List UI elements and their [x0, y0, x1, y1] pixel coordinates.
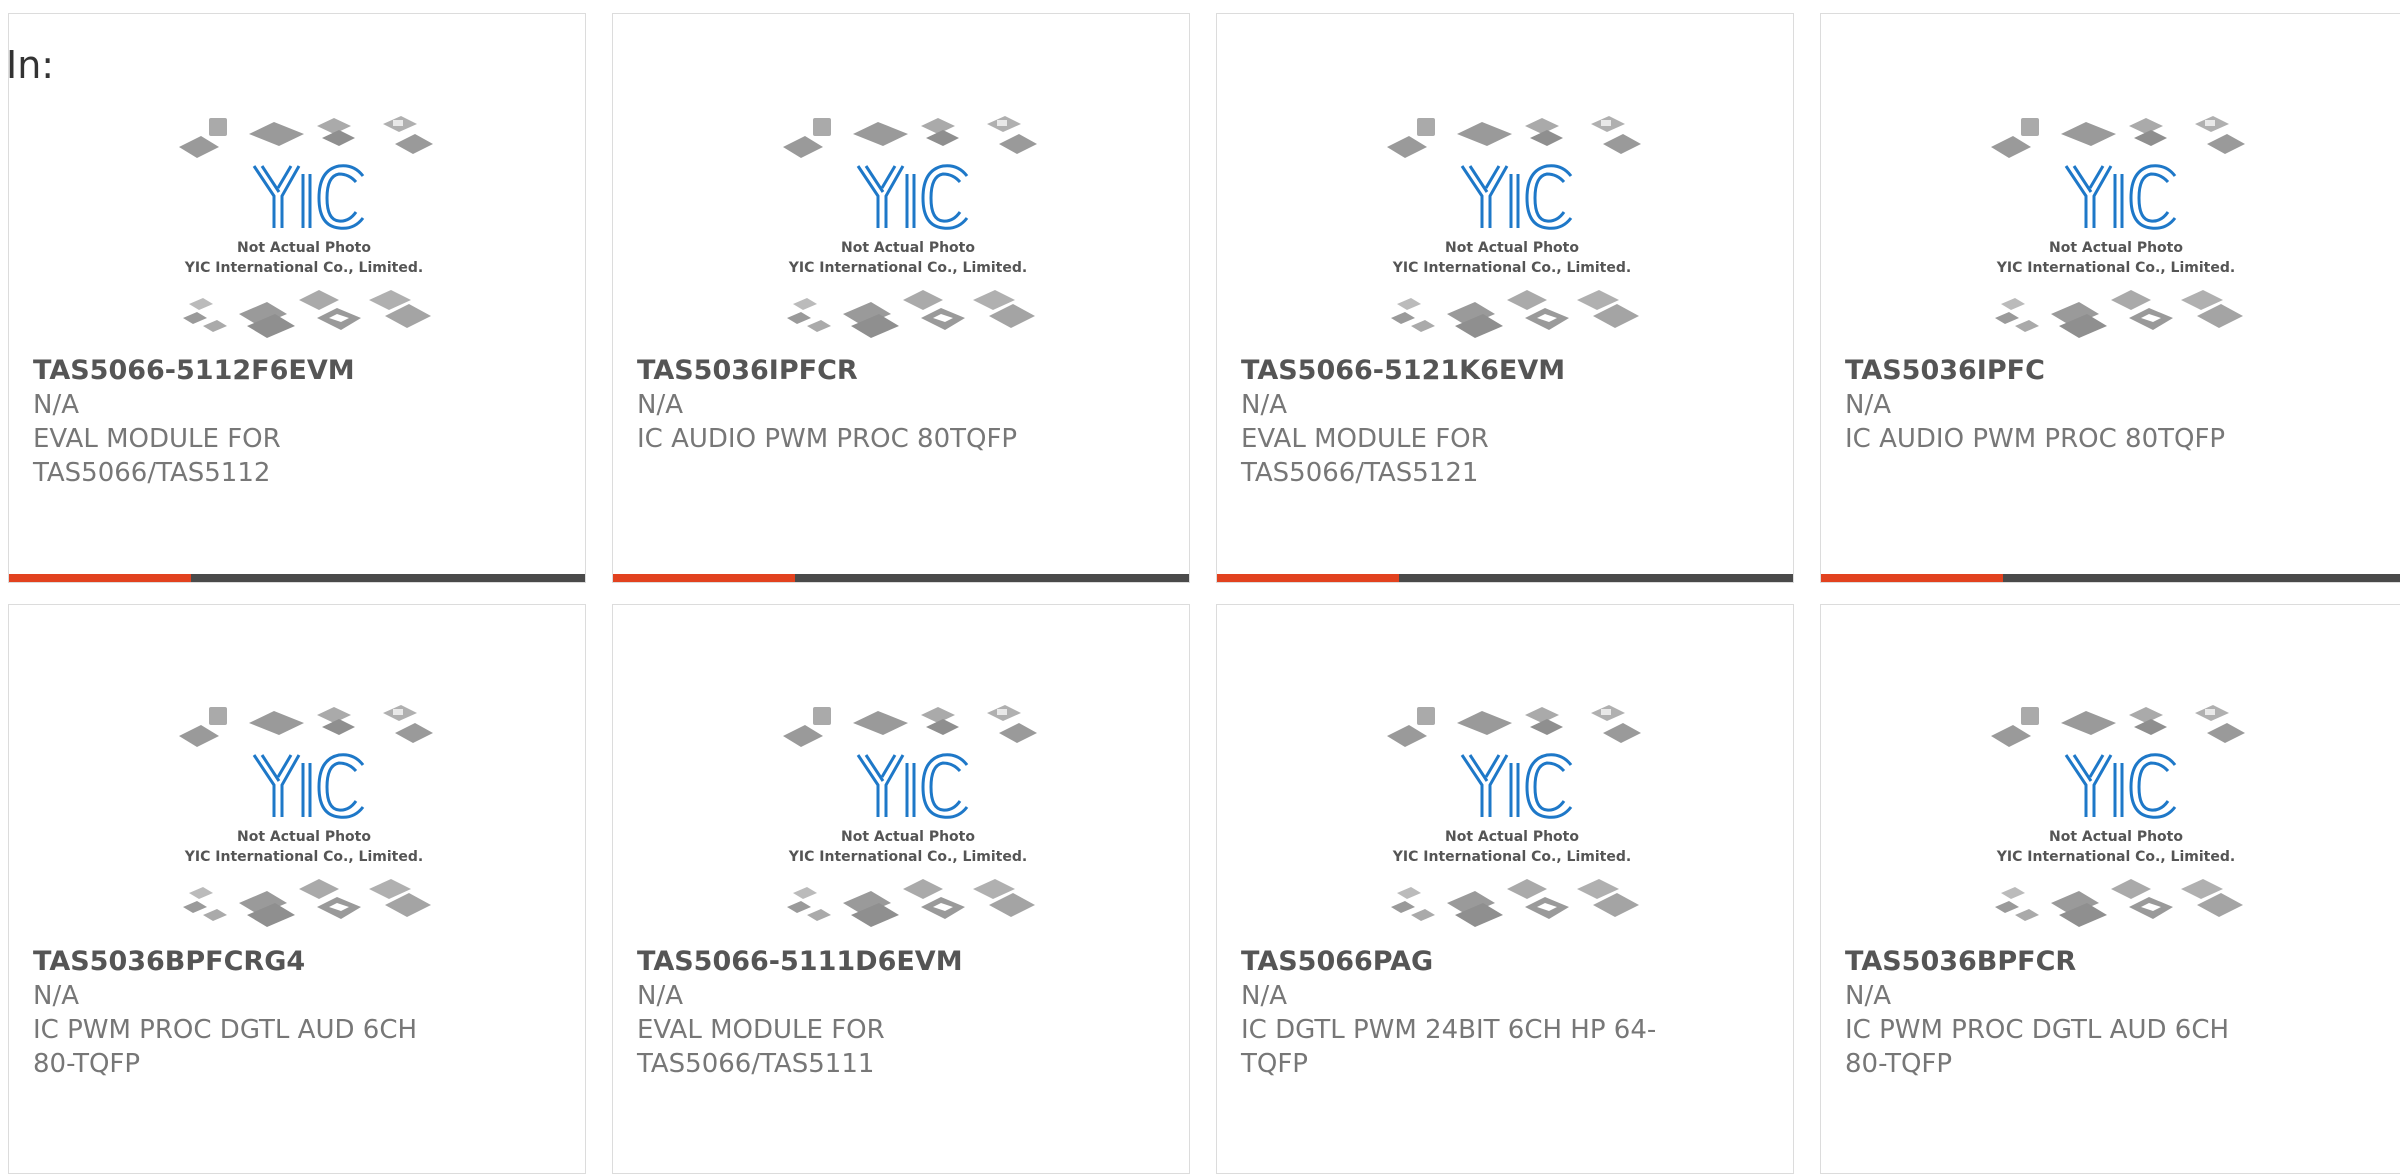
manufacturer: N/A [33, 981, 79, 1011]
product-info: TAS5066-5111D6EVM N/A EVAL MODULE FOR TAS50… [637, 945, 1077, 1081]
svg-text:YIC International Co., Limited: YIC International Co., Limited. [1392, 260, 1631, 276]
description-line: EVAL MODULE FOR [33, 424, 281, 454]
product-card[interactable]: Not Actual Photo YIC International Co., … [1216, 13, 1794, 583]
placeholder-product-photo: Not Actual Photo YIC International Co., … [179, 705, 433, 927]
part-number-link[interactable]: TAS5036IPFCR [637, 354, 1077, 388]
svg-text:Not Actual Photo: Not Actual Photo [1445, 240, 1579, 256]
part-number-link[interactable]: TAS5036BPFCRG4 [33, 945, 473, 979]
card-bottom-bar [1821, 574, 2400, 582]
description-line: TAS5066/TAS5111 [637, 1049, 875, 1079]
svg-text:Not Actual Photo: Not Actual Photo [2049, 829, 2183, 845]
svg-text:Not Actual Photo: Not Actual Photo [2049, 240, 2183, 256]
product-info: TAS5066PAG N/A IC DGTL PWM 24BIT 6CH HP 64… [1241, 945, 1681, 1081]
product-info: TAS5036BPFCR N/A IC PWM PROC DGTL AUD 6CH 8… [1845, 945, 2285, 1081]
placeholder-product-photo: Not Actual Photo YIC International Co., … [179, 116, 433, 338]
description-line: TQFP [1241, 1049, 1308, 1079]
svg-text:YIC International Co., Limited: YIC International Co., Limited. [788, 260, 1027, 276]
svg-text:YIC International Co., Limited: YIC International Co., Limited. [184, 260, 423, 276]
svg-text:Not Actual Photo: Not Actual Photo [841, 829, 975, 845]
part-number-link[interactable]: TAS5066-5121K6EVM [1241, 354, 1681, 388]
description-line: IC PWM PROC DGTL AUD 6CH [33, 1015, 418, 1045]
card-bottom-bar [613, 574, 1189, 582]
product-card[interactable]: Not Actual Photo YIC International Co., … [8, 604, 586, 1174]
product-card[interactable]: Not Actual Photo YIC International Co., … [1820, 13, 2400, 583]
part-number-link[interactable]: TAS5036BPFCR [1845, 945, 2285, 979]
manufacturer: N/A [1241, 390, 1287, 420]
card-accent-bar [9, 574, 191, 582]
product-grid: In: Not Actual Photo YIC International C [0, 0, 2400, 1174]
product-info: TAS5066-5121K6EVM N/A EVAL MODULE FOR TAS50… [1241, 354, 1681, 490]
manufacturer: N/A [1241, 981, 1287, 1011]
placeholder-product-photo: Not Actual Photo YIC International Co., … [1991, 116, 2245, 338]
product-card[interactable]: Not Actual Photo YIC International Co., … [612, 604, 1190, 1174]
description-line: TAS5066/TAS5112 [33, 458, 271, 488]
product-info: TAS5036IPFC N/A IC AUDIO PWM PROC 80TQFP [1845, 354, 2285, 456]
card-bottom-bar [9, 574, 585, 582]
description-line: IC AUDIO PWM PROC 80TQFP [1845, 424, 2226, 454]
description-line: IC DGTL PWM 24BIT 6CH HP 64- [1241, 1015, 1657, 1045]
card-accent-bar [613, 574, 795, 582]
description-line: IC PWM PROC DGTL AUD 6CH [1845, 1015, 2230, 1045]
description-line: TAS5066/TAS5121 [1241, 458, 1479, 488]
part-number-link[interactable]: TAS5066-5111D6EVM [637, 945, 1077, 979]
placeholder-product-photo: Not Actual Photo YIC International Co., … [1387, 116, 1641, 338]
svg-text:YIC International Co., Limited: YIC International Co., Limited. [1996, 849, 2235, 865]
description-line: EVAL MODULE FOR [1241, 424, 1489, 454]
svg-text:Not Actual Photo: Not Actual Photo [237, 829, 371, 845]
placeholder-product-photo: Not Actual Photo YIC International Co., … [783, 116, 1037, 338]
part-number-link[interactable]: TAS5066-5112F6EVM [33, 354, 473, 388]
svg-text:YIC International Co., Limited: YIC International Co., Limited. [1392, 849, 1631, 865]
filter-label: In: [6, 43, 55, 87]
part-number-link[interactable]: TAS5036IPFC [1845, 354, 2285, 388]
product-info: TAS5036BPFCRG4 N/A IC PWM PROC DGTL AUD 6C… [33, 945, 473, 1081]
svg-text:YIC International Co., Limited: YIC International Co., Limited. [1996, 260, 2235, 276]
product-info: TAS5066-5112F6EVM N/A EVAL MODULE FOR TAS50… [33, 354, 473, 490]
svg-text:Not Actual Photo: Not Actual Photo [1445, 829, 1579, 845]
placeholder-product-photo: Not Actual Photo YIC International Co., … [783, 705, 1037, 927]
placeholder-product-photo: Not Actual Photo YIC International Co., … [1991, 705, 2245, 927]
manufacturer: N/A [637, 390, 683, 420]
description-line: IC AUDIO PWM PROC 80TQFP [637, 424, 1018, 454]
svg-text:YIC International Co., Limited: YIC International Co., Limited. [788, 849, 1027, 865]
svg-text:Not Actual Photo: Not Actual Photo [841, 240, 975, 256]
product-card[interactable]: Not Actual Photo YIC International Co., … [8, 13, 586, 583]
product-card[interactable]: Not Actual Photo YIC International Co., … [1216, 604, 1794, 1174]
manufacturer: N/A [637, 981, 683, 1011]
manufacturer: N/A [33, 390, 79, 420]
manufacturer: N/A [1845, 390, 1891, 420]
card-accent-bar [1821, 574, 2003, 582]
placeholder-product-photo: Not Actual Photo YIC International Co., … [1387, 705, 1641, 927]
svg-text:Not Actual Photo: Not Actual Photo [237, 240, 371, 256]
product-card[interactable]: Not Actual Photo YIC International Co., … [612, 13, 1190, 583]
product-info: TAS5036IPFCR N/A IC AUDIO PWM PROC 80TQFP [637, 354, 1077, 456]
part-number-link[interactable]: TAS5066PAG [1241, 945, 1681, 979]
card-bottom-bar [1217, 574, 1793, 582]
description-line: EVAL MODULE FOR [637, 1015, 885, 1045]
description-line: 80-TQFP [33, 1049, 141, 1079]
manufacturer: N/A [1845, 981, 1891, 1011]
description-line: 80-TQFP [1845, 1049, 1953, 1079]
svg-text:YIC International Co., Limited: YIC International Co., Limited. [184, 849, 423, 865]
product-card[interactable]: Not Actual Photo YIC International Co., … [1820, 604, 2400, 1174]
card-accent-bar [1217, 574, 1399, 582]
